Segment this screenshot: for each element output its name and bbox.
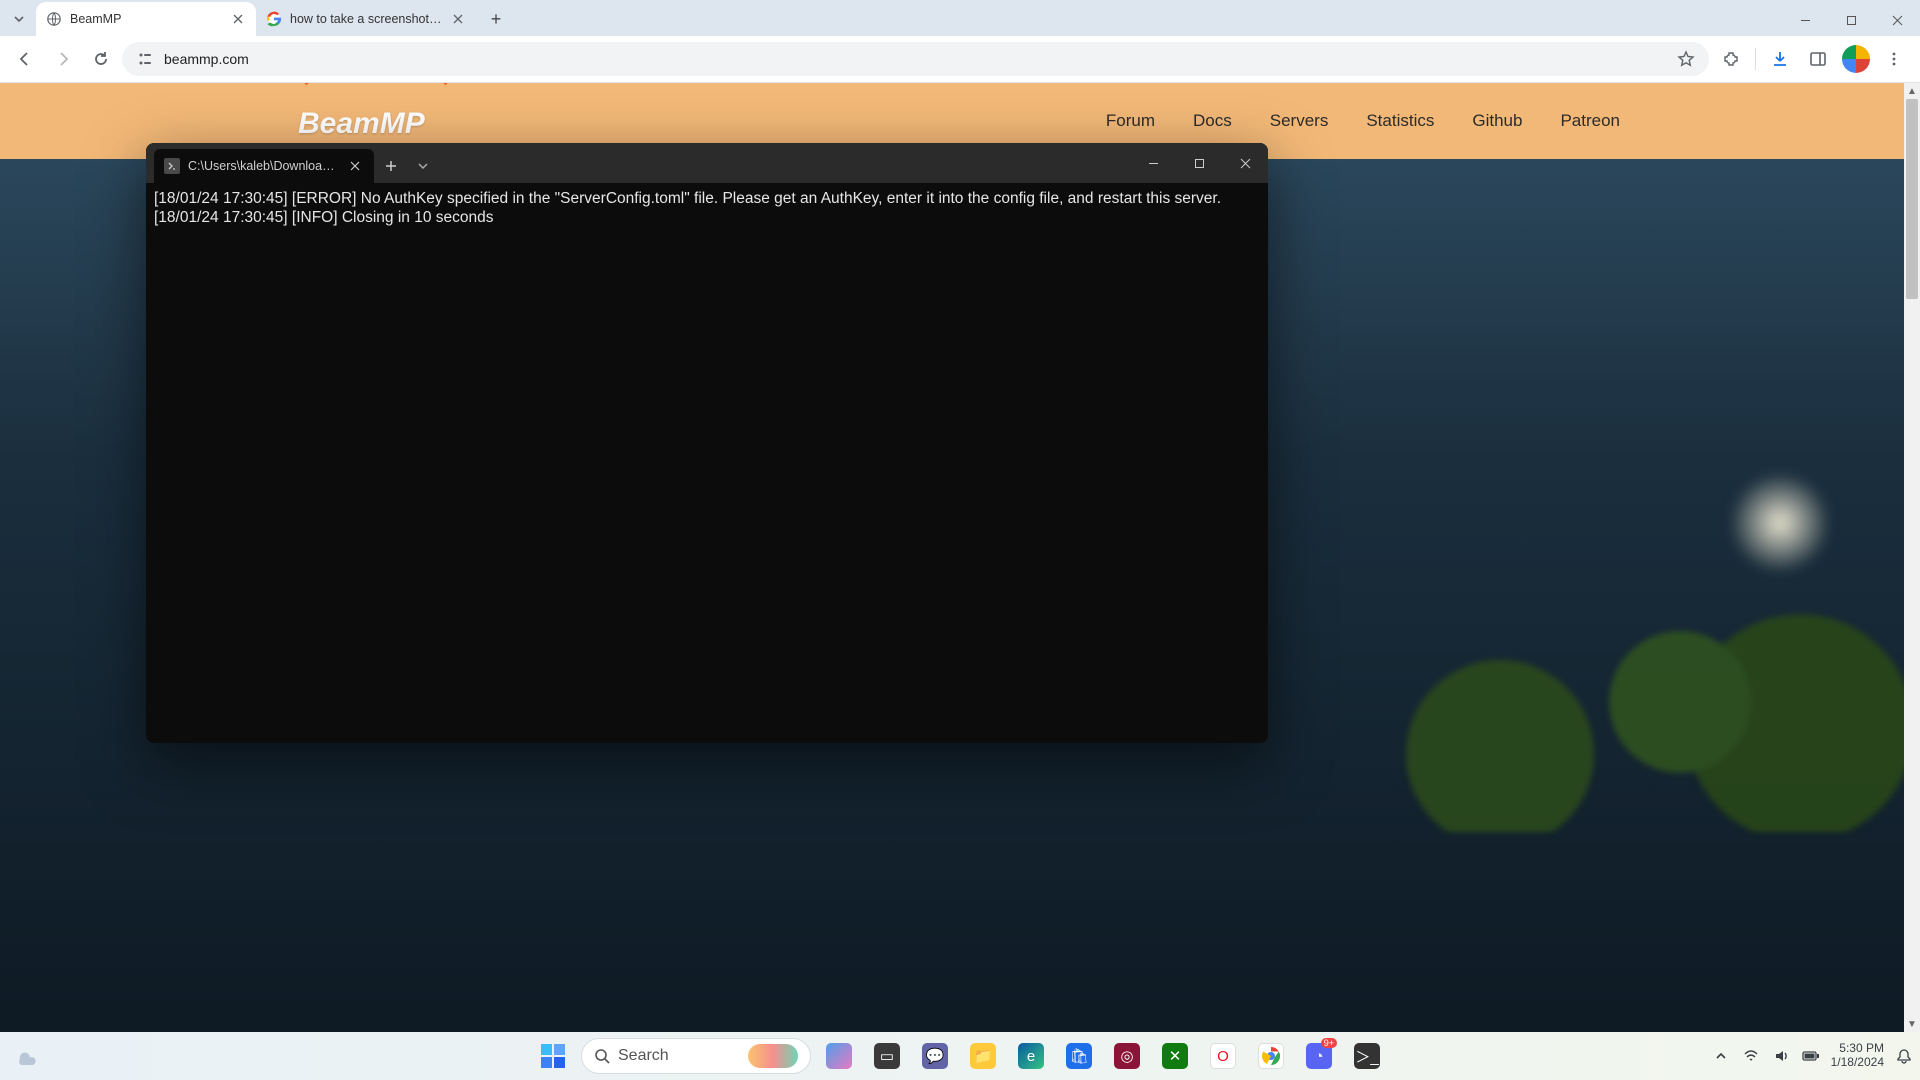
- opera-icon[interactable]: O: [1203, 1036, 1243, 1076]
- site-info-icon[interactable]: [136, 50, 154, 68]
- forward-button[interactable]: [46, 42, 80, 76]
- google-icon: [266, 11, 282, 27]
- task-view-icon[interactable]: ▭: [867, 1036, 907, 1076]
- wifi-icon[interactable]: [1741, 1046, 1761, 1066]
- close-button[interactable]: [1222, 143, 1268, 183]
- tab-title: how to take a screenshot on u…: [290, 12, 442, 26]
- taskbar-search[interactable]: Search: [581, 1038, 811, 1074]
- minimize-button[interactable]: [1782, 4, 1828, 36]
- terminal-tab[interactable]: C:\Users\kaleb\Downloads\Be: [154, 149, 374, 183]
- search-placeholder: Search: [618, 1047, 669, 1065]
- discord-icon[interactable]: ◔9+: [1299, 1036, 1339, 1076]
- notifications-icon[interactable]: [1894, 1046, 1914, 1066]
- nav-servers[interactable]: Servers: [1270, 111, 1329, 131]
- kebab-menu-icon[interactable]: [1876, 42, 1912, 76]
- chat-icon[interactable]: 💬: [915, 1036, 955, 1076]
- browser-window-controls: [1782, 4, 1920, 36]
- clock-time: 5:30 PM: [1831, 1042, 1884, 1056]
- terminal-tab-strip: C:\Users\kaleb\Downloads\Be: [146, 143, 1268, 183]
- profile-avatar[interactable]: [1838, 42, 1874, 76]
- close-icon[interactable]: [450, 11, 466, 27]
- clock-date: 1/18/2024: [1831, 1056, 1884, 1070]
- nav-patreon[interactable]: Patreon: [1560, 111, 1620, 131]
- extensions-icon[interactable]: [1713, 42, 1749, 76]
- tab-search-dropdown[interactable]: [6, 6, 32, 32]
- battery-icon[interactable]: [1801, 1046, 1821, 1066]
- nav-statistics[interactable]: Statistics: [1366, 111, 1434, 131]
- edge-icon[interactable]: e: [1011, 1036, 1051, 1076]
- terminal-window: C:\Users\kaleb\Downloads\Be [18/01/24 17…: [146, 143, 1268, 743]
- terminal-output[interactable]: [18/01/24 17:30:45] [ERROR] No AuthKey s…: [146, 183, 1268, 234]
- search-icon: [594, 1048, 610, 1064]
- windows-taskbar: Search ▭ 💬 📁 e 🛍 ◎ ✕ O ◔9+ ＞_ 5:30 PM 1/…: [0, 1032, 1920, 1080]
- maximize-button[interactable]: [1828, 4, 1874, 36]
- maximize-button[interactable]: [1176, 143, 1222, 183]
- tray-overflow-icon[interactable]: [1711, 1046, 1731, 1066]
- reload-button[interactable]: [84, 42, 118, 76]
- terminal-new-tab-button[interactable]: [374, 149, 408, 183]
- side-panel-icon[interactable]: [1800, 42, 1836, 76]
- bookmark-icon[interactable]: [1677, 50, 1695, 68]
- nav-docs[interactable]: Docs: [1193, 111, 1232, 131]
- terminal-line: [18/01/24 17:30:45] [ERROR] No AuthKey s…: [154, 190, 1221, 207]
- scroll-up-icon[interactable]: ▲: [1904, 83, 1920, 99]
- address-bar[interactable]: beammp.com: [122, 42, 1709, 76]
- divider: [1755, 48, 1756, 70]
- beammp-logo[interactable]: BeamMP: [280, 91, 480, 151]
- badge: 9+: [1321, 1038, 1337, 1048]
- app-icon-1[interactable]: ◎: [1107, 1036, 1147, 1076]
- xbox-icon[interactable]: ✕: [1155, 1036, 1195, 1076]
- scroll-down-icon[interactable]: ▼: [1904, 1016, 1920, 1032]
- browser-tab-beammp[interactable]: BeamMP: [36, 2, 256, 36]
- taskbar-clock[interactable]: 5:30 PM 1/18/2024: [1831, 1042, 1884, 1070]
- store-icon[interactable]: 🛍: [1059, 1036, 1099, 1076]
- globe-icon: [46, 11, 62, 27]
- terminal-line: [18/01/24 17:30:45] [INFO] Closing in 10…: [154, 209, 494, 226]
- scrollbar-thumb[interactable]: [1906, 99, 1918, 299]
- page-viewport: BeamMP Forum Docs Servers Statistics Git…: [0, 83, 1920, 1032]
- page-background-foliage: [1320, 572, 1920, 832]
- nav-github[interactable]: Github: [1472, 111, 1522, 131]
- close-icon[interactable]: [346, 157, 364, 175]
- nav-forum[interactable]: Forum: [1106, 111, 1155, 131]
- back-button[interactable]: [8, 42, 42, 76]
- system-tray: 5:30 PM 1/18/2024: [1711, 1042, 1914, 1070]
- chrome-icon[interactable]: [1251, 1036, 1291, 1076]
- close-button[interactable]: [1874, 4, 1920, 36]
- copilot-icon[interactable]: [819, 1036, 859, 1076]
- terminal-tab-title: C:\Users\kaleb\Downloads\Be: [188, 159, 338, 173]
- close-icon[interactable]: [230, 11, 246, 27]
- new-tab-button[interactable]: +: [482, 5, 510, 33]
- toolbar-actions: [1713, 42, 1912, 76]
- browser-tab-strip: BeamMP how to take a screenshot on u… +: [0, 0, 1920, 36]
- tab-title: BeamMP: [70, 12, 222, 26]
- terminal-taskbar-icon[interactable]: ＞_: [1347, 1036, 1387, 1076]
- downloads-icon[interactable]: [1762, 42, 1798, 76]
- taskbar-center: Search ▭ 💬 📁 e 🛍 ◎ ✕ O ◔9+ ＞_: [533, 1036, 1387, 1076]
- browser-toolbar: beammp.com: [0, 36, 1920, 83]
- start-button[interactable]: [533, 1036, 573, 1076]
- url-text: beammp.com: [164, 51, 249, 67]
- volume-icon[interactable]: [1771, 1046, 1791, 1066]
- terminal-icon: [164, 158, 180, 174]
- browser-tab-google[interactable]: how to take a screenshot on u…: [256, 2, 476, 36]
- page-scrollbar[interactable]: ▲ ▼: [1904, 83, 1920, 1032]
- site-nav: Forum Docs Servers Statistics Github Pat…: [1106, 111, 1620, 131]
- file-explorer-icon[interactable]: 📁: [963, 1036, 1003, 1076]
- terminal-window-controls: [1130, 143, 1268, 183]
- logo-text: BeamMP: [298, 107, 425, 141]
- terminal-tab-dropdown[interactable]: [408, 149, 438, 183]
- search-doodle: [748, 1044, 798, 1068]
- weather-widget[interactable]: [4, 1034, 48, 1078]
- minimize-button[interactable]: [1130, 143, 1176, 183]
